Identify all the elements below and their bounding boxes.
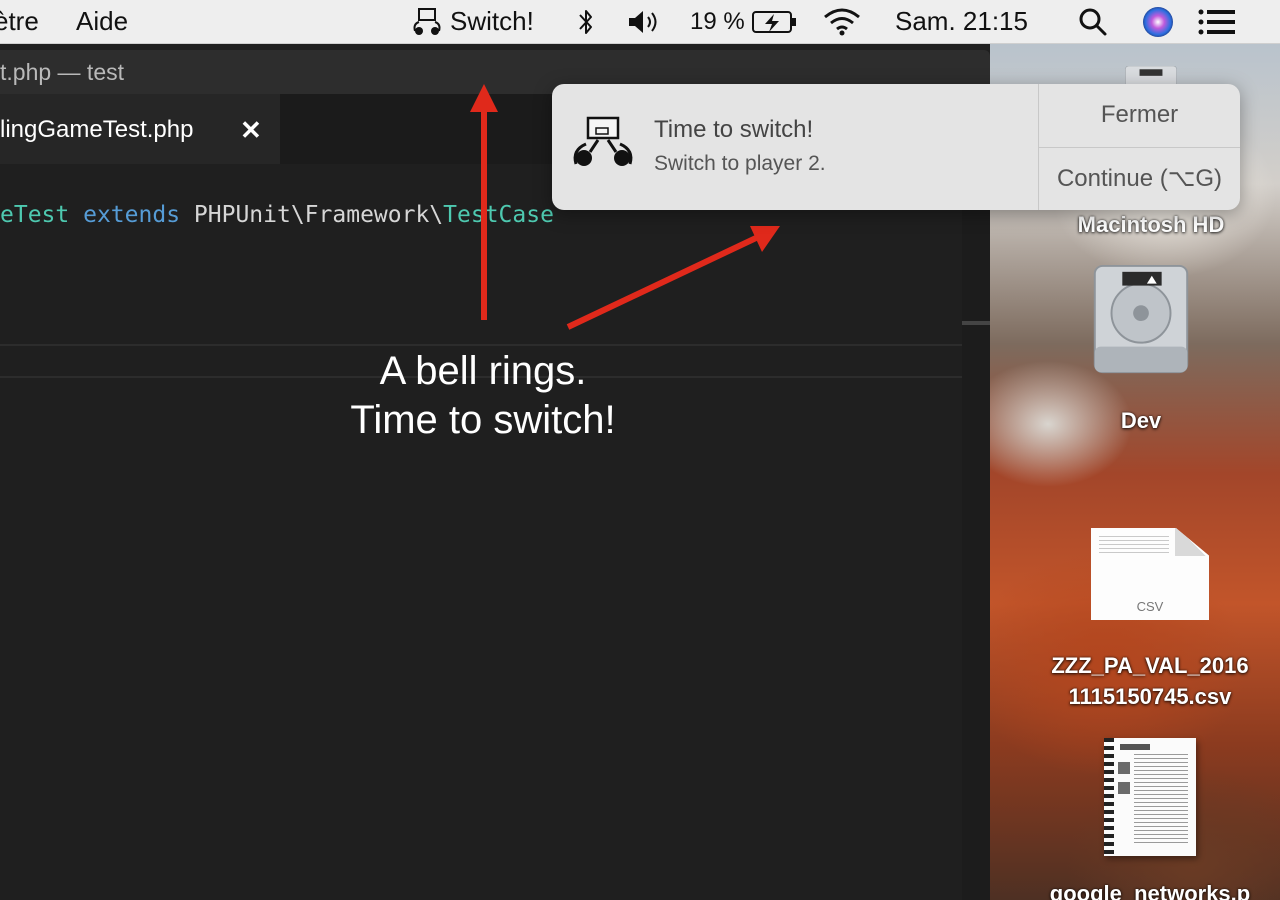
desktop-label-pdf: google_networks.p	[1049, 881, 1251, 900]
menu-window[interactable]: ètre	[0, 6, 39, 37]
menu-help[interactable]: Aide	[76, 6, 128, 37]
desktop-label-csv-line2: 1115150745.csv	[1068, 684, 1232, 709]
volume-icon[interactable]	[626, 7, 662, 37]
siri-icon[interactable]	[1142, 6, 1174, 38]
editor-line-highlight-top	[0, 344, 990, 346]
notification-close-button[interactable]: Fermer	[1039, 84, 1240, 146]
search-icon[interactable]	[1078, 7, 1108, 37]
annotation-line-2: Time to switch!	[350, 398, 616, 442]
code-keyword: extends	[83, 202, 181, 228]
code-parent-class: TestCase	[443, 202, 554, 228]
switch-app-status[interactable]: Switch!	[450, 6, 534, 37]
desktop-label-macintosh-hd: Macintosh HD	[1077, 212, 1225, 237]
menu-clock[interactable]: Sam. 21:15	[895, 6, 1028, 37]
notification-center-icon[interactable]	[1198, 8, 1236, 36]
desktop-icon-dev[interactable]: Dev	[1066, 262, 1216, 436]
wifi-icon[interactable]	[822, 7, 862, 37]
switch-app-icon	[573, 116, 633, 166]
pdf-document-icon	[1104, 738, 1196, 856]
battery-percentage[interactable]: 19 %	[690, 8, 745, 36]
annotation-text: A bell rings. Time to switch!	[283, 347, 683, 445]
annotation-line-1: A bell rings.	[379, 349, 587, 393]
desktop-icon-csv-file[interactable]: CSV ZZZ_PA_VAL_2016 1115150745.csv	[1030, 528, 1270, 712]
csv-file-icon: CSV	[1091, 528, 1209, 620]
notification-title: Time to switch!	[654, 116, 814, 143]
window-title: t.php — test	[0, 59, 125, 85]
menu-bar: ètre Aide Switch! 19 % Sam. 21:15	[0, 0, 1280, 44]
code-namespace: PHPUnit\Framework\	[193, 202, 444, 228]
notification-continue-button[interactable]: Continue (⌥G)	[1039, 148, 1240, 210]
desktop-icon-pdf-file[interactable]: google_networks.p	[1030, 738, 1270, 900]
desktop-label-csv-line1: ZZZ_PA_VAL_2016	[1051, 653, 1249, 678]
tab-close-icon[interactable]: ✕	[240, 115, 262, 146]
bluetooth-icon[interactable]	[576, 7, 596, 37]
editor-scrollbar-thumb[interactable]	[962, 321, 990, 325]
code-line-class-declaration[interactable]: eTest extends PHPUnit\Framework\TestCase	[0, 202, 554, 228]
notification-body: Switch to player 2.	[654, 152, 826, 175]
csv-extension-label: CSV	[1136, 599, 1164, 614]
desktop-label-dev: Dev	[1120, 408, 1162, 433]
switch-app-icon[interactable]	[410, 7, 444, 37]
tab-active-file[interactable]: lingGameTest.php ✕	[0, 94, 280, 164]
editor-scrollbar[interactable]	[962, 164, 990, 900]
notification-banner[interactable]: Time to switch! Switch to player 2. Ferm…	[552, 84, 1240, 210]
hard-drive-icon	[1093, 264, 1189, 374]
battery-charging-icon[interactable]	[752, 9, 798, 35]
tab-label: lingGameTest.php	[0, 116, 194, 143]
code-class-name: eTest	[0, 202, 70, 228]
